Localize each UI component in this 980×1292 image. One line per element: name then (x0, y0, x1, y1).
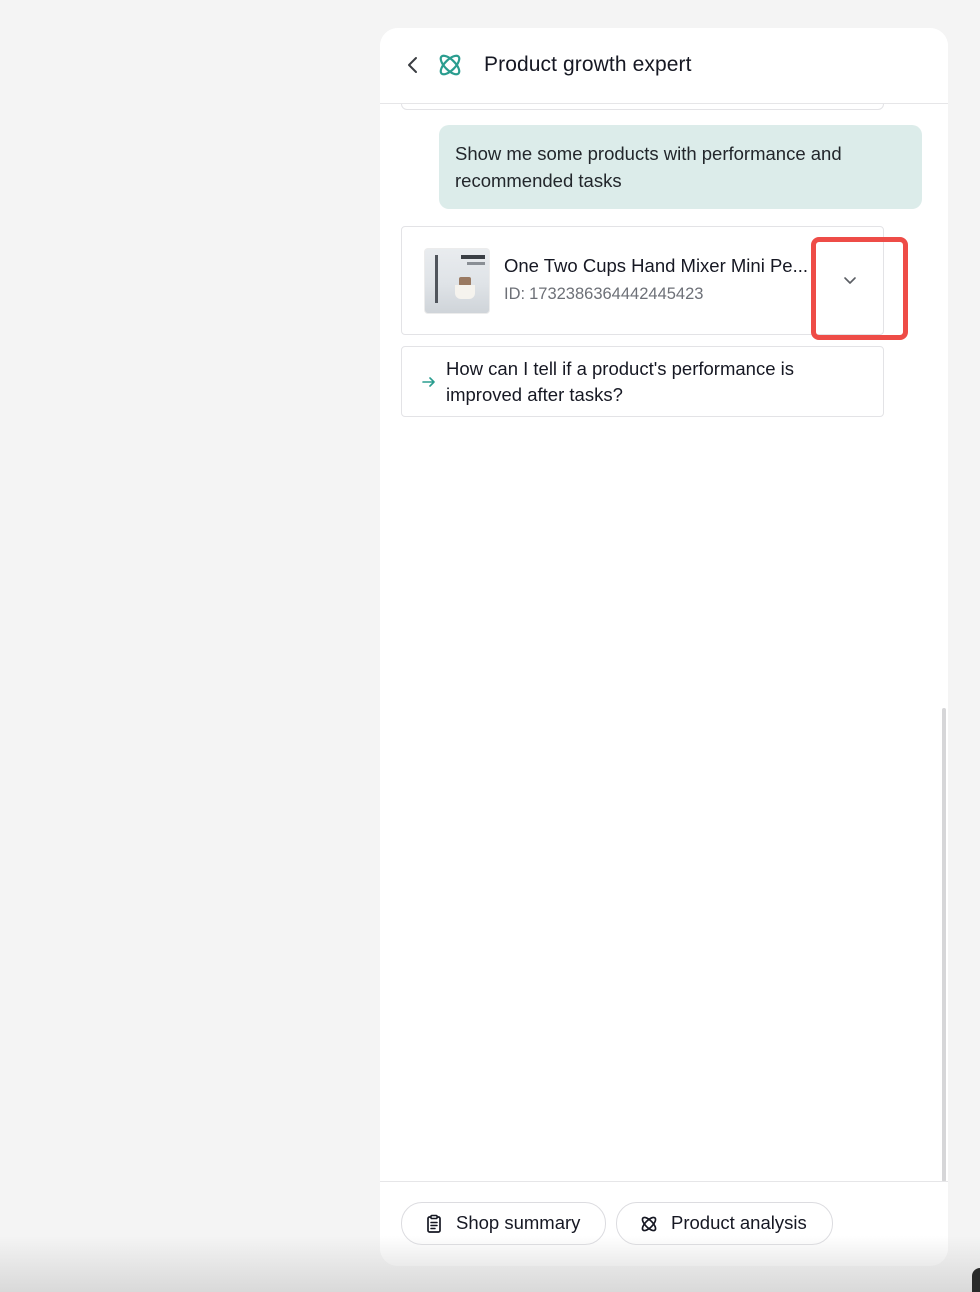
product-id: ID: 1732386364442445423 (504, 283, 703, 305)
panel-header: Product growth expert (380, 28, 948, 104)
product-name: One Two Cups Hand Mixer Mini Pe... (504, 255, 809, 276)
product-analysis-button[interactable]: Product analysis (616, 1202, 833, 1245)
assistant-panel: Product growth expert Show me some produ… (380, 28, 948, 1266)
arrow-right-icon (422, 377, 435, 387)
user-message-bubble: Show me some products with performance a… (439, 125, 922, 209)
suggested-question-text: How can I tell if a product's performanc… (446, 358, 794, 405)
suggested-question-button[interactable]: How can I tell if a product's performanc… (401, 346, 884, 417)
clipboard-icon (427, 1214, 441, 1233)
chevron-left-icon (408, 57, 417, 73)
window-corner (972, 1268, 980, 1292)
panel-footer: Shop summary Product analysis (380, 1181, 948, 1266)
product-id-value: 1732386364442445423 (529, 285, 704, 303)
product-id-label: ID: (504, 285, 526, 303)
atom-logo-icon (436, 51, 464, 79)
shop-summary-label: Shop summary (456, 1212, 581, 1233)
product-thumbnail (424, 248, 490, 314)
scrollbar[interactable] (942, 708, 946, 1182)
atom-icon (641, 1216, 657, 1232)
shop-summary-button[interactable]: Shop summary (401, 1202, 606, 1245)
page-title: Product growth expert (484, 53, 692, 76)
product-analysis-label: Product analysis (671, 1212, 807, 1233)
annotation-highlight-box (811, 237, 908, 340)
back-button[interactable] (402, 54, 424, 76)
